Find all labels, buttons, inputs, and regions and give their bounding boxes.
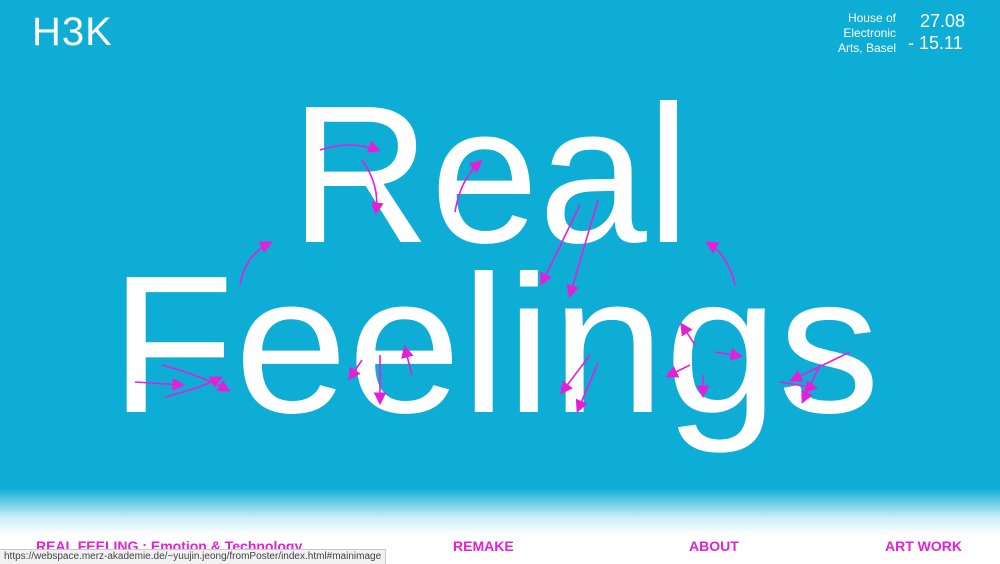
nav-about[interactable]: ABOUT (689, 538, 739, 554)
status-bar-url: https://webspace.merz-akademie.de/~yuuji… (0, 549, 387, 564)
nav-art-work[interactable]: ART WORK (885, 538, 962, 554)
poster-title: Real Feelings (110, 65, 880, 454)
nav-remake[interactable]: REMAKE (453, 538, 514, 554)
poster-background[interactable]: H3K House of Electronic Arts, Basel 27.0… (0, 0, 1000, 564)
title-line-feelings: Feelings (110, 235, 880, 454)
